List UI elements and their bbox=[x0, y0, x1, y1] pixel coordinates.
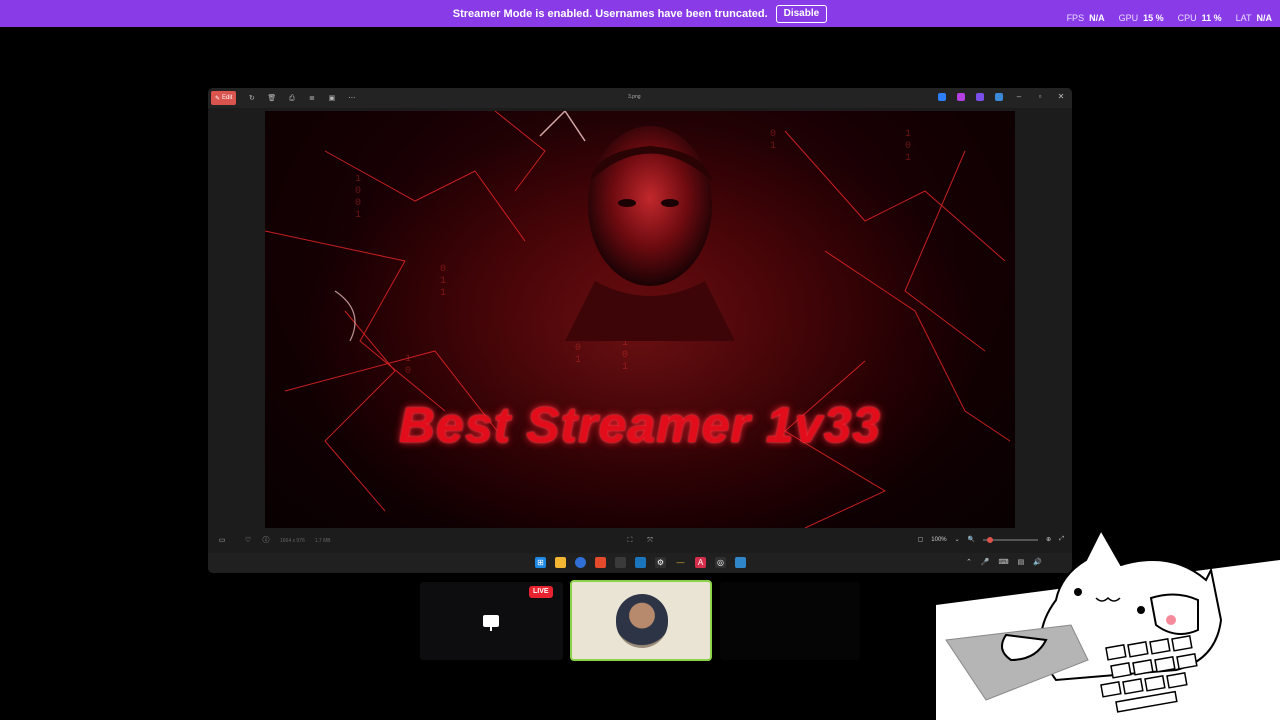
crop-icon[interactable]: ▣ bbox=[327, 94, 336, 103]
scene-screen-capture[interactable]: LIVE bbox=[420, 582, 563, 660]
stat-fps: FPS N/A bbox=[1067, 13, 1105, 23]
file-explorer-icon[interactable] bbox=[555, 557, 566, 568]
svg-text:0: 0 bbox=[355, 186, 361, 197]
edit-label: Edit bbox=[222, 95, 233, 101]
cat-right-eye bbox=[1137, 606, 1145, 614]
svg-text:1: 1 bbox=[440, 276, 446, 287]
actual-size-icon[interactable]: ⤧ bbox=[646, 537, 654, 545]
performance-stats: FPS N/A GPU 15 % CPU 11 % LAT N/A bbox=[1067, 0, 1272, 36]
svg-text:1: 1 bbox=[440, 288, 446, 299]
svg-text:0: 0 bbox=[770, 129, 776, 140]
stat-cpu: CPU 11 % bbox=[1178, 13, 1222, 23]
fit-icon[interactable]: ⛶ bbox=[626, 537, 634, 545]
stat-cpu-label: CPU bbox=[1177, 13, 1197, 23]
stat-gpu-label: GPU bbox=[1118, 13, 1139, 23]
rotate-icon[interactable]: ↻ bbox=[247, 94, 256, 103]
designer-app-icon[interactable] bbox=[957, 93, 965, 101]
image-artwork: 1001 011 1001 01101 101 01 10 bbox=[265, 111, 1011, 528]
file-size: 1.7 MB bbox=[314, 538, 331, 544]
svg-text:0: 0 bbox=[905, 141, 911, 152]
svg-text:1: 1 bbox=[622, 362, 628, 373]
bongo-cat-overlay bbox=[936, 527, 1280, 720]
layers-icon[interactable]: ≣ bbox=[307, 94, 316, 103]
edit-button[interactable]: ✎ Edit bbox=[211, 91, 237, 105]
adobe-icon[interactable]: A bbox=[695, 557, 706, 568]
info-icon[interactable]: ⓘ bbox=[262, 537, 270, 545]
delete-icon[interactable]: 🗑 bbox=[267, 94, 276, 103]
aspect-ratio-icon[interactable]: ▢ bbox=[918, 536, 924, 543]
terminal-icon[interactable]: — bbox=[675, 557, 686, 568]
cloud-icon[interactable] bbox=[995, 93, 1003, 101]
favorite-icon[interactable]: ♡ bbox=[244, 537, 252, 545]
brave-icon[interactable] bbox=[595, 557, 606, 568]
obs-icon[interactable]: ◎ bbox=[715, 557, 726, 568]
paw-pad-icon bbox=[1166, 615, 1176, 625]
live-badge: LIVE bbox=[529, 586, 553, 598]
scene-thumbnails: LIVE bbox=[420, 580, 860, 662]
svg-text:0: 0 bbox=[575, 343, 581, 354]
svg-text:0: 0 bbox=[440, 264, 446, 275]
stat-lat-value: N/A bbox=[1256, 13, 1273, 23]
monitor-icon bbox=[483, 615, 499, 627]
more-options-icon[interactable]: ⋯ bbox=[347, 94, 356, 103]
desktop-root: Streamer Mode is enabled. Usernames have… bbox=[0, 0, 1280, 720]
webcam-avatar bbox=[616, 594, 668, 648]
stat-fps-value: N/A bbox=[1089, 13, 1105, 23]
file-name: 3.png bbox=[628, 94, 641, 100]
scene-empty[interactable] bbox=[720, 582, 860, 660]
svg-text:1: 1 bbox=[405, 354, 411, 365]
cat-left-eye bbox=[1074, 588, 1082, 596]
store-icon[interactable] bbox=[615, 557, 626, 568]
displayed-image: 1001 011 1001 01101 101 01 10 Best Strea… bbox=[265, 111, 1015, 528]
svg-text:1: 1 bbox=[355, 174, 361, 185]
stat-gpu: GPU 15 % bbox=[1119, 13, 1164, 23]
pencil-icon: ✎ bbox=[215, 95, 221, 102]
photo-viewer-window: ✎ Edit ↻ 🗑 ⎙ ≣ ▣ ⋯ 3.png – ▫ ✕ 1 0 0 1 0… bbox=[208, 88, 1072, 573]
svg-text:1: 1 bbox=[355, 210, 361, 221]
stat-cpu-value: 11 % bbox=[1201, 13, 1222, 23]
viewer-window-controls: – ▫ ✕ bbox=[938, 93, 1066, 101]
svg-text:0: 0 bbox=[355, 198, 361, 209]
telegram-icon[interactable] bbox=[635, 557, 646, 568]
taskbar-apps: ⊞ ⚙ — A ◎ bbox=[535, 557, 746, 568]
maximize-icon[interactable]: ▫ bbox=[1035, 93, 1045, 101]
steam-icon[interactable]: ⚙ bbox=[655, 557, 666, 568]
image-dimensions: 1664 x 976 bbox=[280, 538, 305, 544]
svg-text:1: 1 bbox=[905, 153, 911, 164]
svg-text:1: 1 bbox=[905, 129, 911, 140]
disable-streamer-mode-button[interactable]: Disable bbox=[775, 4, 828, 23]
start-icon[interactable]: ⊞ bbox=[535, 557, 546, 568]
close-icon[interactable]: ✕ bbox=[1056, 93, 1066, 101]
svg-text:1: 1 bbox=[575, 355, 581, 366]
filmstrip-icon[interactable]: ▭ bbox=[218, 537, 226, 545]
photos-app-icon[interactable] bbox=[938, 93, 946, 101]
stat-fps-label: FPS bbox=[1066, 13, 1085, 23]
browser-icon[interactable] bbox=[575, 557, 586, 568]
photos-taskbar-icon[interactable] bbox=[735, 557, 746, 568]
banner-message: Streamer Mode is enabled. Usernames have… bbox=[452, 7, 768, 20]
stat-gpu-value: 15 % bbox=[1143, 13, 1164, 23]
image-title-text: Best Streamer 1v33 bbox=[398, 397, 882, 453]
svg-text:0: 0 bbox=[405, 366, 411, 377]
stat-lat-label: LAT bbox=[1235, 13, 1252, 23]
svg-text:1: 1 bbox=[770, 141, 776, 152]
svg-text:0: 0 bbox=[622, 350, 628, 361]
scene-webcam[interactable] bbox=[570, 580, 712, 661]
stat-lat: LAT N/A bbox=[1236, 13, 1272, 23]
clipchamp-app-icon[interactable] bbox=[976, 93, 984, 101]
minimize-icon[interactable]: – bbox=[1014, 93, 1024, 101]
monitor-stand bbox=[490, 627, 492, 631]
print-icon[interactable]: ⎙ bbox=[287, 94, 296, 103]
viewer-toolbar: ✎ Edit ↻ 🗑 ⎙ ≣ ▣ ⋯ 3.png – ▫ ✕ bbox=[208, 88, 1072, 108]
